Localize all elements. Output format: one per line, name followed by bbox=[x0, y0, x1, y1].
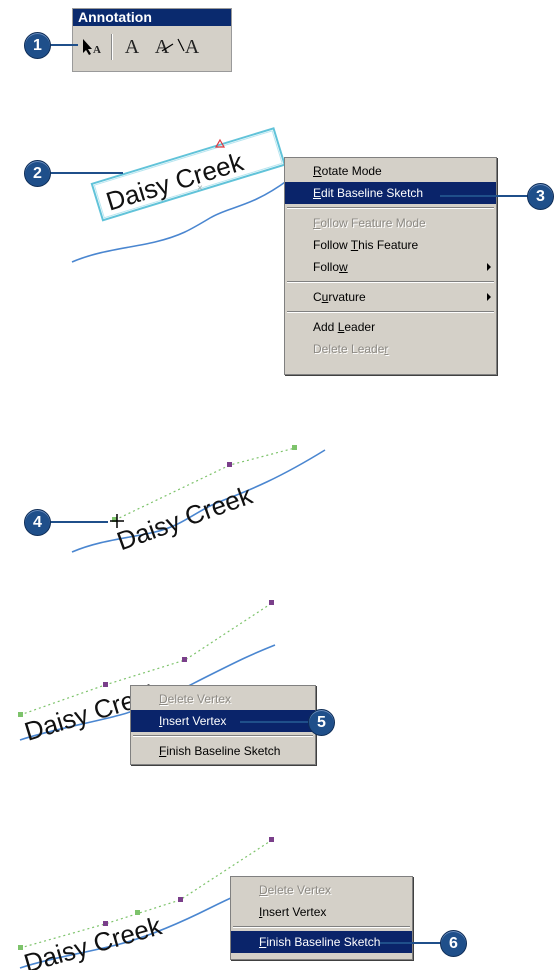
menu-separator bbox=[287, 207, 494, 209]
follow-feature-text-tool-button[interactable]: A bbox=[177, 31, 207, 63]
menu-item-finish-baseline-sketch[interactable]: Finish Baseline Sketch bbox=[131, 740, 315, 762]
menu-separator bbox=[133, 735, 313, 737]
toolbar-separator bbox=[111, 34, 113, 60]
map-view-step-4: Daisy Creek bbox=[71, 445, 326, 556]
baseline-vertex bbox=[269, 837, 274, 842]
step-callout-4: 4 bbox=[24, 509, 51, 536]
step-callout-3: 3 bbox=[527, 183, 554, 210]
baseline-vertex bbox=[182, 657, 187, 662]
baseline-vertex bbox=[269, 600, 274, 605]
menu-item-rotate-mode[interactable]: Rotate Mode bbox=[285, 160, 496, 182]
sketch-context-menu: Delete Vertex Insert Vertex Finish Basel… bbox=[230, 876, 413, 960]
baseline-vertex bbox=[103, 921, 108, 926]
select-annotation-icon: A bbox=[80, 37, 104, 57]
daisy-creek-label[interactable]: Daisy Creek bbox=[113, 479, 257, 556]
menu-item-follow-feature-mode: Follow Feature Mode bbox=[313, 216, 426, 230]
callout-leader-line bbox=[380, 942, 442, 944]
menu-item-add-leader[interactable]: Add Leader bbox=[285, 316, 496, 338]
baseline-vertex bbox=[292, 445, 297, 450]
baseline-vertex bbox=[18, 712, 23, 717]
menu-item-delete-vertex: Delete Vertex bbox=[259, 883, 332, 897]
anchor-marker: × bbox=[197, 183, 203, 194]
menu-item-delete-leader: Delete Leader bbox=[313, 342, 389, 356]
step-callout-6: 6 bbox=[440, 930, 467, 957]
callout-leader-line bbox=[48, 172, 123, 174]
map-view-step-2: Daisy Creek × bbox=[71, 127, 289, 263]
daisy-creek-label[interactable]: Daisy Creek bbox=[20, 910, 165, 970]
menu-item-follow[interactable]: Follow bbox=[285, 256, 496, 278]
menu-separator bbox=[287, 311, 494, 313]
menu-item-follow-this-feature[interactable]: Follow This Feature bbox=[285, 234, 496, 256]
baseline-vertex bbox=[18, 945, 23, 950]
baseline-vertex bbox=[178, 897, 183, 902]
annotation-context-menu: Rotate Mode Edit Baseline Sketch Follow … bbox=[284, 157, 497, 375]
callout-leader-line bbox=[240, 721, 310, 723]
menu-item-curvature[interactable]: Curvature bbox=[285, 286, 496, 308]
menu-item-insert-vertex[interactable]: Insert Vertex bbox=[231, 901, 412, 923]
submenu-arrow-icon bbox=[487, 293, 491, 301]
daisy-creek-label[interactable]: Daisy Creek bbox=[102, 146, 247, 216]
menu-item-delete-vertex: Delete Vertex bbox=[159, 692, 232, 706]
curved-text-tool-button[interactable]: A bbox=[147, 31, 177, 63]
step-callout-5: 5 bbox=[308, 709, 335, 736]
curved-text-icon: A bbox=[155, 36, 174, 59]
callout-leader-line bbox=[48, 521, 108, 523]
horizontal-text-tool-button[interactable]: A bbox=[117, 31, 147, 63]
menu-separator bbox=[233, 926, 410, 928]
sketch-context-menu: Delete Vertex Insert Vertex Finish Basel… bbox=[130, 685, 316, 765]
baseline-vertex bbox=[227, 462, 232, 467]
baseline-vertex bbox=[135, 910, 140, 915]
toolbar-title: Annotation bbox=[73, 9, 231, 26]
callout-leader-line bbox=[440, 195, 530, 197]
step-callout-1: 1 bbox=[24, 32, 51, 59]
callout-leader-line bbox=[48, 44, 78, 46]
menu-item-edit-baseline-sketch[interactable]: Edit Baseline Sketch bbox=[285, 182, 496, 204]
annotation-toolbar: Annotation A A A A bbox=[72, 8, 232, 72]
submenu-arrow-icon bbox=[487, 263, 491, 271]
step-callout-2: 2 bbox=[24, 160, 51, 187]
baseline-vertex bbox=[103, 682, 108, 687]
horizontal-text-icon: A bbox=[124, 35, 140, 58]
select-annotation-tool-button[interactable]: A bbox=[77, 31, 107, 63]
crosshair-cursor-icon bbox=[110, 514, 124, 528]
follow-feature-text-icon: A bbox=[177, 36, 199, 59]
menu-separator bbox=[287, 281, 494, 283]
